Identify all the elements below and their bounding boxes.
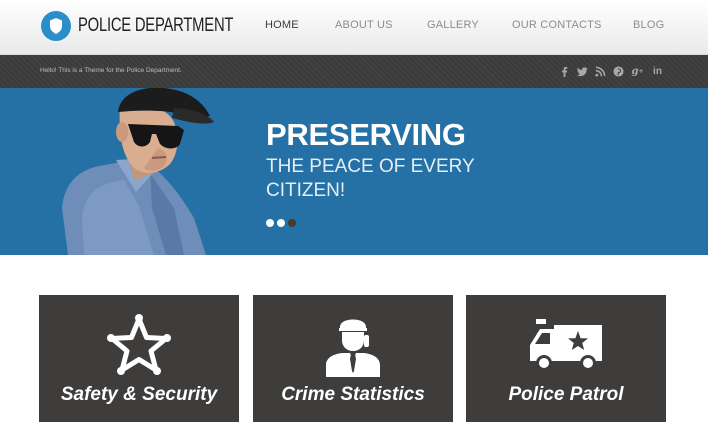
pinterest-icon[interactable]: [613, 64, 624, 78]
nav-item-gallery[interactable]: GALLERY: [427, 19, 479, 31]
officer-photo: [62, 88, 214, 255]
site-header: POLICE DEPARTMENT HOME ABOUT US GALLERY …: [0, 0, 708, 55]
nav-item-home[interactable]: HOME: [265, 19, 299, 31]
twitter-icon[interactable]: [577, 64, 588, 78]
feature-crime-statistics[interactable]: Crime Statistics: [253, 295, 453, 422]
rss-icon[interactable]: [595, 64, 606, 78]
hero-title: PRESERVING: [266, 117, 466, 152]
hero-subtitle: THE PEACE OF EVERY CITIZEN!: [266, 156, 475, 201]
officer-phone-icon: [326, 319, 380, 377]
facebook-icon[interactable]: [559, 64, 570, 78]
social-links: g + in: [559, 63, 664, 79]
feature-label: Police Patrol: [508, 384, 624, 405]
slider-dot-3[interactable]: [288, 219, 296, 227]
feature-safety-security[interactable]: Safety & Security: [39, 295, 239, 422]
sheriff-star-icon: [107, 314, 171, 375]
feature-label: Safety & Security: [60, 384, 218, 405]
slider-dot-1[interactable]: [266, 219, 274, 227]
info-bar: Hello! This is a Theme for the Police De…: [0, 55, 708, 88]
hero-slider: PRESERVING THE PEACE OF EVERY CITIZEN!: [0, 88, 708, 255]
patrol-van-icon: [530, 319, 602, 371]
slider-dots: [266, 219, 296, 227]
nav-item-our-contacts[interactable]: OUR CONTACTS: [512, 19, 602, 31]
nav-item-about-us[interactable]: ABOUT US: [335, 19, 393, 31]
linkedin-icon[interactable]: in: [651, 64, 664, 78]
feature-police-patrol[interactable]: Police Patrol: [466, 295, 666, 422]
google-plus-icon[interactable]: g +: [631, 64, 644, 78]
tagline: Hello! This is a Theme for the Police De…: [40, 67, 182, 74]
slider-dot-2[interactable]: [277, 219, 285, 227]
feature-label: Crime Statistics: [281, 384, 425, 405]
nav-item-blog[interactable]: BLOG: [633, 19, 664, 31]
main-nav: HOME ABOUT US GALLERY OUR CONTACTS BLOG: [0, 19, 708, 35]
